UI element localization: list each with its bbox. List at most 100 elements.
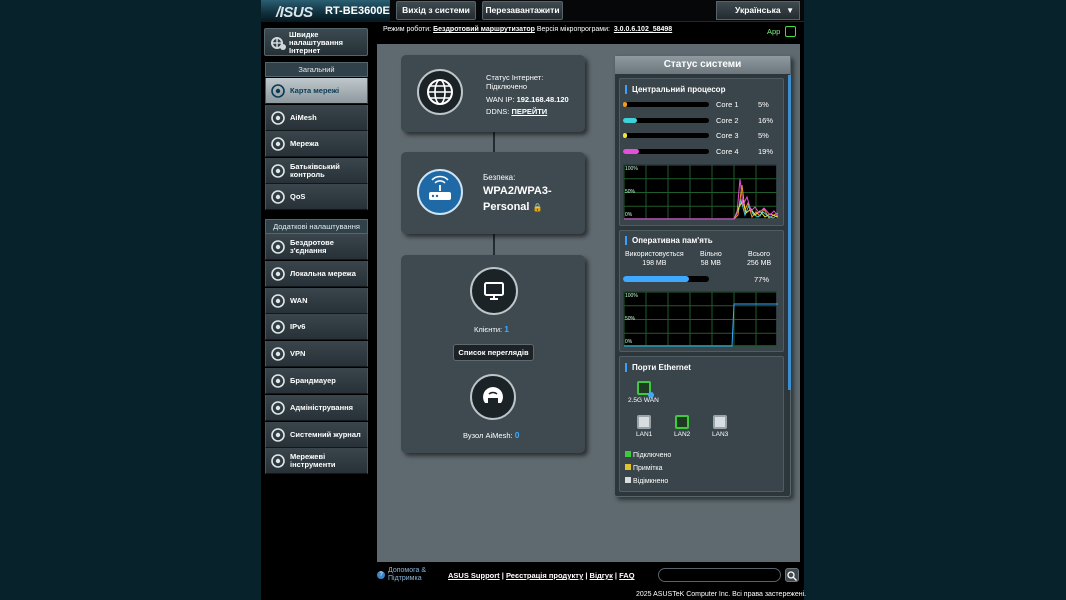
clients-count[interactable]: 1 (504, 324, 509, 334)
sidebar-item-label: AiMesh (290, 112, 317, 122)
clients-label: Клієнти: (474, 325, 503, 334)
graph-line (624, 303, 778, 347)
reboot-button[interactable]: Перезавантажити (482, 1, 563, 20)
lan3-port-icon[interactable] (713, 415, 727, 429)
legend-off-label: Відімкнено (633, 478, 669, 485)
aimesh-icon (271, 110, 285, 125)
general-section-header: Загальний (265, 62, 368, 77)
sidebar-item-advanced-8[interactable]: Мережеві інструменти (265, 448, 368, 475)
graph-line (624, 198, 779, 220)
globe-icon[interactable] (417, 69, 463, 115)
cpu-graph: 100% 50% 0% (623, 164, 779, 221)
core-label: Core 4 (716, 146, 739, 156)
ipv6-icon (271, 320, 285, 335)
aimesh-count[interactable]: 0 (515, 430, 520, 440)
sidebar-item-advanced-7[interactable]: Системний журнал (265, 421, 368, 448)
wan-icon (271, 293, 285, 308)
wan-port-icon[interactable] (637, 381, 654, 398)
tools-icon (271, 454, 285, 469)
admin-icon (271, 400, 285, 415)
sidebar-item-label: Мережеві інструменти (290, 452, 336, 470)
aimesh-node-icon[interactable] (470, 374, 516, 420)
ddns-label: DDNS: (486, 107, 510, 116)
feedback-link[interactable]: Відгук (590, 571, 613, 580)
ram-used: Використовується 198 MB (625, 250, 684, 268)
security-label: Безпека: (483, 173, 516, 182)
sidebar-item-label: Локальна мережа (290, 268, 356, 278)
core-bar-fill (623, 133, 628, 138)
sidebar-item-general-2[interactable]: Мережа (265, 131, 368, 157)
quick-setup-label: Швидке налаштування Інтернет (289, 30, 344, 55)
legend-off: Відімкнено (625, 477, 668, 485)
ram-graph-plot (623, 291, 779, 348)
ram-total-label: Всього (748, 251, 771, 258)
view-list-button[interactable]: Список переглядів (453, 344, 534, 361)
core-bar (623, 102, 709, 107)
sidebar-item-label: Системний журнал (290, 429, 361, 439)
sidebar-item-general-3[interactable]: Батьківський контроль (265, 157, 368, 184)
sidebar-item-advanced-6[interactable]: Адміністрування (265, 394, 368, 421)
sidebar-item-general-4[interactable]: QoS (265, 184, 368, 210)
graph-label-100: 100% (625, 293, 638, 299)
graph-line (624, 184, 779, 220)
asus-support-link[interactable]: ASUS Support (448, 571, 500, 580)
search-input[interactable] (658, 568, 781, 582)
sidebar-item-advanced-2[interactable]: WAN (265, 287, 368, 314)
sidebar-item-label: VPN (290, 349, 306, 359)
wan-ip-label: WAN IP: (486, 95, 515, 104)
footer-links: ASUS Support | Реєстрація продукту | Від… (448, 571, 635, 580)
ram-used-label: Використовується (625, 251, 684, 258)
ddns-link[interactable]: ПЕРЕЙТИ (511, 107, 547, 116)
parental-icon (271, 163, 285, 178)
search-icon[interactable] (785, 568, 799, 582)
ram-title: Оперативна пам'ять (625, 236, 713, 245)
sidebar-item-advanced-3[interactable]: IPv6 (265, 314, 368, 341)
lan2-label: LAN2 (674, 431, 691, 438)
language-select[interactable]: Українська ▼ (716, 1, 800, 20)
graph-line (624, 199, 779, 220)
ram-graph: 100% 50% 0% (623, 291, 779, 348)
quick-setup-button[interactable]: Швидке налаштування Інтернет (264, 28, 368, 56)
ram-free: Вільно 58 MB (700, 250, 722, 268)
network-icon (271, 137, 285, 151)
sidebar-item-advanced-1[interactable]: Локальна мережа (265, 260, 368, 287)
wan-ip-row: WAN IP: 192.168.48.120 (486, 95, 569, 104)
sidebar-item-advanced-4[interactable]: VPN (265, 341, 368, 368)
app-icon[interactable] (785, 26, 796, 37)
sidebar-item-general-1[interactable]: AiMesh (265, 104, 368, 131)
sidebar-item-advanced-5[interactable]: Брандмауер (265, 368, 368, 394)
ddns-row: DDNS: ПЕРЕЙТИ (486, 107, 569, 116)
help-icon[interactable]: ? (377, 571, 385, 579)
logout-button[interactable]: Вихід з системи (396, 1, 476, 20)
sidebar-item-label: Батьківський контроль (290, 161, 340, 179)
status-scrollbar[interactable] (788, 75, 791, 390)
lan1-port-icon[interactable] (637, 415, 651, 429)
internet-status-value: Підключено (486, 82, 528, 91)
internet-status: Статус Інтернет: Підключено WAN IP: 192.… (486, 73, 569, 116)
core-bar (623, 133, 709, 138)
monitor-icon[interactable] (470, 267, 518, 315)
core-percent: 5% (758, 131, 769, 140)
app-label[interactable]: App (767, 27, 780, 36)
lan2-port-icon[interactable] (675, 415, 689, 429)
legend-note-label: Примітка (633, 465, 663, 472)
wand-icon (271, 37, 286, 50)
faq-link[interactable]: FAQ (619, 571, 634, 580)
ethernet-title: Порти Ethernet (625, 363, 691, 372)
mode-link[interactable]: Бездротовий маршрутизатор (433, 26, 535, 33)
core-label: Core 2 (716, 115, 739, 125)
sidebar-item-advanced-0[interactable]: Бездротове з'єднання (265, 234, 368, 260)
system-status-title: Статус системи (615, 56, 790, 74)
ram-free-value: 58 MB (700, 260, 721, 267)
aimesh-row: Вузол AiMesh: 0 (463, 430, 519, 440)
help-link[interactable]: Допомога & Підтримка (388, 567, 443, 583)
graph-label-50: 50% (625, 189, 636, 195)
sidebar-item-label: Адміністрування (290, 402, 354, 412)
firmware-link[interactable]: 3.0.0.6.102_58498 (614, 26, 672, 33)
product-registration-link[interactable]: Реєстрація продукту (506, 571, 583, 580)
qos-icon (271, 190, 285, 204)
router-icon[interactable] (417, 169, 463, 215)
legend-connected: Підключено (625, 451, 671, 459)
connector-line (493, 234, 495, 256)
sidebar-item-general-0[interactable]: Карта мережі (265, 78, 368, 104)
